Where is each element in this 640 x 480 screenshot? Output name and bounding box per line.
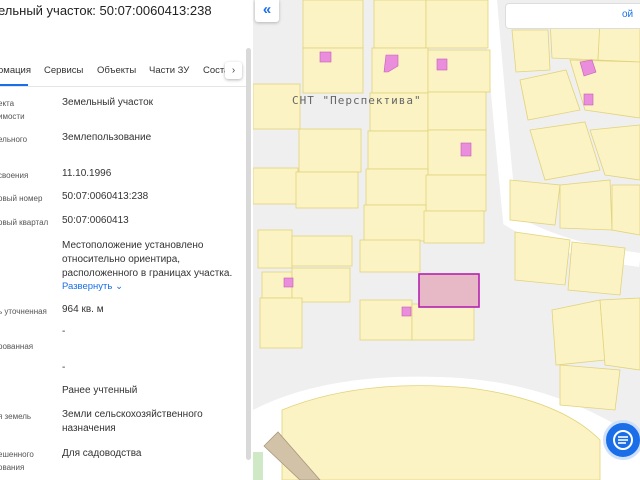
row-label: ешенного <box>0 450 34 459</box>
selected-parcel[interactable] <box>418 273 480 308</box>
location-value: Местоположение установлено относительно … <box>62 240 233 279</box>
info-panel: ельный участок: 50:07:0060413:238 омация… <box>0 0 252 480</box>
active-tab-indicator <box>0 84 28 86</box>
land-category-value: Земли сельскохозяйственного назначения <box>62 409 203 434</box>
permitted-use-value: Для садоводства <box>62 448 142 459</box>
chevron-right-icon[interactable]: › <box>225 62 242 79</box>
double-chevron-left-icon[interactable]: « <box>255 0 279 22</box>
area-value: 964 кв. м <box>62 304 104 315</box>
chat-icon <box>613 430 633 450</box>
row-label: имости <box>0 112 25 121</box>
panel-title: ельный участок: 50:07:0060413:238 <box>0 3 212 18</box>
row-label: овый квартал <box>0 218 49 227</box>
tab-parcel-parts[interactable]: Части ЗУ <box>149 65 189 76</box>
row-label: ь уточненная <box>0 307 47 316</box>
row-label: ования <box>0 463 25 472</box>
blank-value: - <box>62 362 66 373</box>
row-label: ельного <box>0 135 28 144</box>
chat-button[interactable] <box>603 420 640 460</box>
row-label: овый номер <box>0 194 43 203</box>
expand-link[interactable]: Развернуть ⌄ <box>62 280 123 294</box>
cadastral-number-value: 50:07:0060413:238 <box>62 191 149 202</box>
map-canvas[interactable] <box>253 0 640 480</box>
object-type-value: Земельный участок <box>62 97 154 108</box>
cadastral-map[interactable] <box>253 0 640 480</box>
map-area-label: СНТ "Перспектива" <box>292 94 422 107</box>
tab-objects[interactable]: Объекты <box>97 65 136 76</box>
tabs-bar: омация Сервисы Объекты Части ЗУ Соста <box>0 56 246 87</box>
tab-services[interactable]: Сервисы <box>44 65 83 76</box>
parcel-kind-value: Землепользование <box>62 132 152 143</box>
map-search-box[interactable]: ой <box>505 3 640 29</box>
row-label: рованная <box>0 342 34 351</box>
row-label: своения <box>0 171 29 180</box>
row-label: я земель <box>0 412 32 421</box>
tab-information[interactable]: омация <box>0 65 31 76</box>
panel-scrollbar[interactable] <box>246 48 251 460</box>
assignment-date-value: 11.10.1996 <box>62 168 112 179</box>
chevron-down-icon: ⌄ <box>115 281 124 292</box>
declared-area-value: - <box>62 326 66 337</box>
row-label: екта <box>0 99 15 108</box>
cadastral-quarter-value: 50:07:0060413 <box>62 215 129 226</box>
expand-link-label[interactable]: Развернуть <box>62 281 112 292</box>
status-value: Ранее учтенный <box>62 385 138 396</box>
search-box-text: ой <box>622 9 634 20</box>
